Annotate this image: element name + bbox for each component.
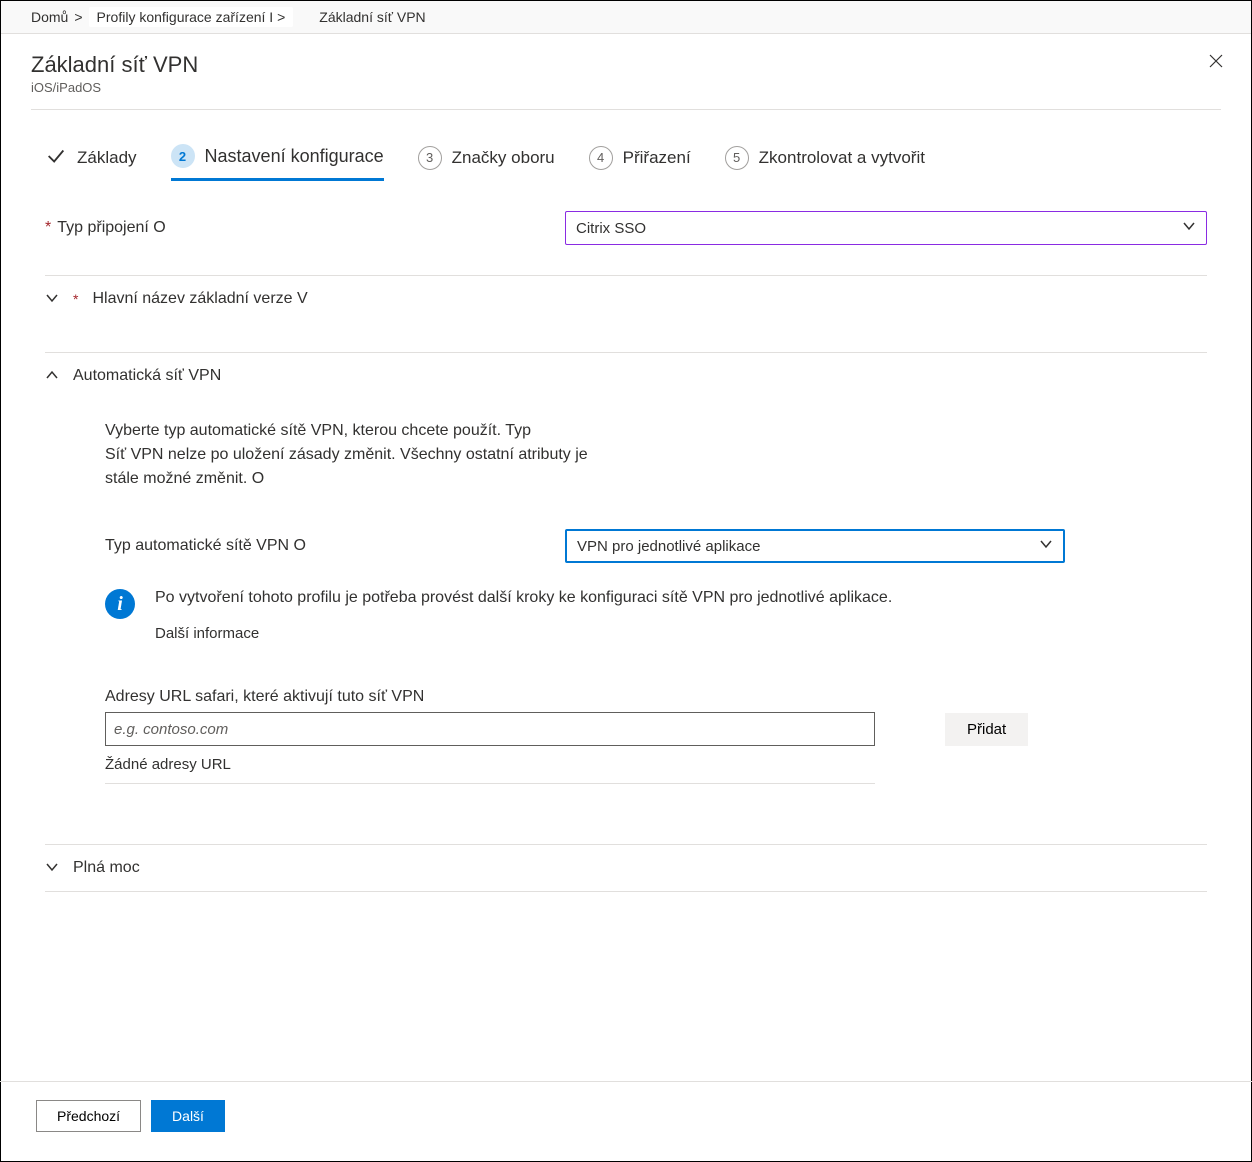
chevron-down-icon	[1182, 219, 1196, 237]
connection-type-label: Typ připojení O	[57, 219, 166, 237]
close-icon	[1208, 53, 1224, 69]
stepper: Základy 2 Nastavení konfigurace 3 Značky…	[31, 110, 1221, 189]
connection-type-row: * Typ připojení O Citrix SSO	[45, 211, 1207, 245]
next-button[interactable]: Další	[151, 1100, 225, 1132]
step-basics[interactable]: Základy	[45, 145, 137, 180]
safari-url-row: Adresy URL safari, které aktivují tuto s…	[105, 688, 1207, 746]
select-value: Citrix SSO	[576, 220, 646, 237]
add-url-button[interactable]: Přidat	[945, 713, 1028, 746]
section-header-base-vpn[interactable]: * Hlavní název základní verze V	[45, 276, 1207, 322]
breadcrumb-home[interactable]: Domů	[31, 9, 68, 25]
section-header-auto-vpn[interactable]: Automatická síť VPN	[45, 353, 1207, 399]
breadcrumb: Domů > Profily konfigurace zařízení I > …	[1, 1, 1251, 34]
section-title: Plná moc	[73, 859, 140, 877]
step-label: Základy	[77, 148, 137, 168]
step-label: Značky oboru	[452, 148, 555, 168]
auto-vpn-type-select[interactable]: VPN pro jednotlivé aplikace	[565, 529, 1065, 563]
page-subtitle: iOS/iPadOS	[31, 80, 1221, 95]
chevron-down-icon	[45, 860, 59, 877]
step-label: Nastavení konfigurace	[205, 146, 384, 167]
auto-vpn-type-label: Typ automatické sítě VPN O	[105, 537, 565, 555]
learn-more-link[interactable]: Další informace	[155, 625, 892, 642]
chevron-up-icon	[45, 368, 59, 385]
auto-vpn-description: Vyberte typ automatické sítě VPN, kterou…	[105, 419, 705, 491]
step-review[interactable]: 5 Zkontrolovat a vytvořit	[725, 146, 925, 180]
section-title: Automatická síť VPN	[73, 367, 221, 385]
breadcrumb-sep: >	[74, 9, 82, 25]
step-number: 2	[171, 144, 195, 168]
section-proxy: Plná moc	[45, 844, 1207, 892]
select-value: VPN pro jednotlivé aplikace	[577, 538, 760, 555]
info-block: i Po vytvoření tohoto profilu je potřeba…	[105, 589, 1207, 642]
connection-type-select[interactable]: Citrix SSO	[565, 211, 1207, 245]
step-configuration[interactable]: 2 Nastavení konfigurace	[171, 144, 384, 181]
section-header-proxy[interactable]: Plná moc	[45, 845, 1207, 891]
page-title: Základní síť VPN	[31, 52, 1221, 78]
required-asterisk: *	[45, 219, 51, 237]
breadcrumb-current: Základní síť VPN	[319, 9, 425, 25]
step-number: 5	[725, 146, 749, 170]
close-button[interactable]	[1203, 48, 1229, 74]
check-icon	[45, 145, 67, 170]
footer-actions: Předchozí Další	[36, 1100, 225, 1132]
required-asterisk: *	[73, 291, 78, 307]
info-icon: i	[105, 589, 135, 619]
previous-button[interactable]: Předchozí	[36, 1100, 141, 1132]
section-auto-vpn: Automatická síť VPN Vyberte typ automati…	[45, 352, 1207, 804]
chevron-down-icon	[45, 291, 59, 308]
step-number: 3	[418, 146, 442, 170]
step-assignments[interactable]: 4 Přiřazení	[589, 146, 691, 180]
info-text: Po vytvoření tohoto profilu je potřeba p…	[155, 589, 892, 607]
no-urls-text: Žádné adresy URL	[105, 756, 875, 784]
safari-url-label: Adresy URL safari, které aktivují tuto s…	[105, 688, 875, 706]
section-base-vpn: * Hlavní název základní verze V	[45, 275, 1207, 322]
auto-vpn-type-row: Typ automatické sítě VPN O VPN pro jedno…	[105, 529, 1207, 563]
step-label: Zkontrolovat a vytvořit	[759, 148, 925, 168]
safari-url-input[interactable]	[105, 712, 875, 746]
section-title: Hlavní název základní verze V	[92, 290, 307, 308]
step-number: 4	[589, 146, 613, 170]
breadcrumb-profiles[interactable]: Profily konfigurace zařízení I >	[89, 7, 294, 27]
chevron-down-icon	[1039, 537, 1053, 555]
step-scope-tags[interactable]: 3 Značky oboru	[418, 146, 555, 180]
step-label: Přiřazení	[623, 148, 691, 168]
